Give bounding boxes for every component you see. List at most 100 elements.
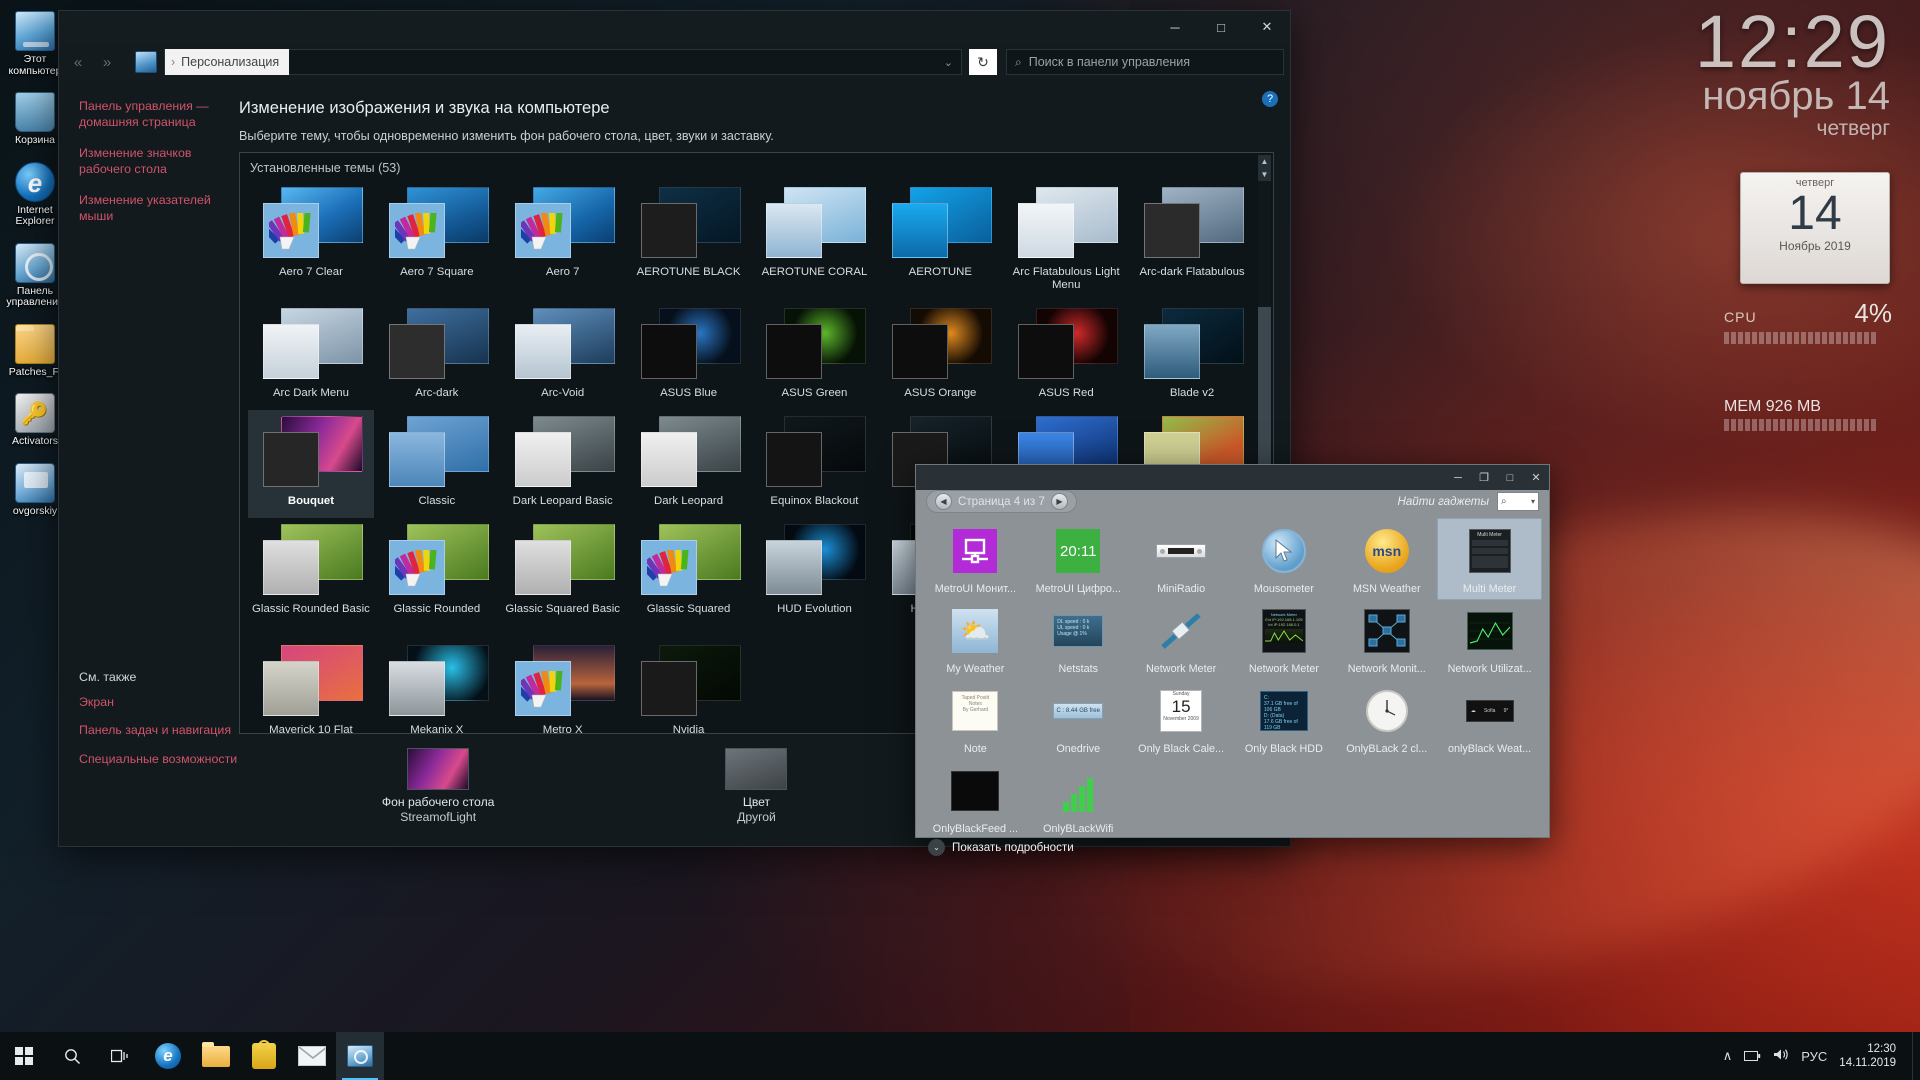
back-button[interactable]: « bbox=[65, 49, 91, 75]
breadcrumb-personalization[interactable]: › Персонализация bbox=[165, 49, 290, 75]
theme-cell[interactable]: Equinox Blackout bbox=[752, 410, 878, 518]
theme-cell[interactable]: ASUS Blue bbox=[626, 302, 752, 410]
gadget-cell[interactable]: Multi Meter Multi Meter bbox=[1437, 518, 1542, 600]
theme-cell[interactable]: HUD Evolution bbox=[752, 518, 878, 639]
desktop-icon-4[interactable]: Patches_Fl bbox=[4, 319, 66, 383]
sidebar-link-0[interactable]: Панель управления — домашняя страница bbox=[79, 99, 227, 130]
help-button[interactable]: ? bbox=[1262, 91, 1278, 107]
gadget-cell[interactable]: 20:11 MetroUI Цифро... bbox=[1027, 519, 1130, 599]
gadget-cell[interactable]: OnlyBLack 2 cl... bbox=[1335, 679, 1438, 759]
theme-cell[interactable]: Blade v2 bbox=[1129, 302, 1255, 410]
desktop-icon-2[interactable]: Internet Explorer bbox=[4, 157, 66, 232]
gadget-cell[interactable]: C : 8.44 GB free Onedrive bbox=[1027, 679, 1130, 759]
theme-cell[interactable]: ASUS Orange bbox=[877, 302, 1003, 410]
volume-icon[interactable] bbox=[1773, 1048, 1789, 1064]
gadget-restore-button[interactable]: ❐ bbox=[1471, 465, 1497, 490]
gadget-search-caret-icon[interactable]: ▾ bbox=[1531, 497, 1535, 506]
theme-cell[interactable]: AEROTUNE bbox=[877, 181, 1003, 302]
battery-icon[interactable] bbox=[1744, 1049, 1761, 1064]
theme-cell[interactable]: Glassic Squared Basic bbox=[500, 518, 626, 639]
theme-cell[interactable]: Arc Dark Menu bbox=[248, 302, 374, 410]
gadget-cell[interactable]: Sunday 15 November 2009 Only Black Cale... bbox=[1130, 679, 1233, 759]
desktop-icon-6[interactable]: ovgorskiy bbox=[4, 458, 66, 522]
desktop-cpu-gadget[interactable]: CPU 4% bbox=[1724, 298, 1892, 344]
theme-cell[interactable]: AEROTUNE BLACK bbox=[626, 181, 752, 302]
show-details-chevron-icon[interactable]: ⌄ bbox=[928, 839, 945, 856]
scroll-down-button[interactable]: ▼ bbox=[1258, 168, 1271, 181]
gadget-cell[interactable]: Network Meter bbox=[1130, 599, 1233, 679]
see-also-link-2[interactable]: Специальные возможности bbox=[79, 752, 269, 768]
theme-cell[interactable]: Maverick 10 Flat Lighter bbox=[248, 639, 374, 733]
taskbar-app-0[interactable]: e bbox=[144, 1032, 192, 1080]
minimize-button[interactable]: ─ bbox=[1152, 12, 1198, 43]
gadget-cell[interactable]: Network Monit... bbox=[1335, 599, 1438, 679]
desktop-memory-gadget[interactable]: MEM 926 MB bbox=[1724, 398, 1892, 431]
desktop-clock-gadget[interactable]: 12:29 ноябрь 14 четверг bbox=[1695, 5, 1890, 142]
address-bar[interactable]: › Персонализация ⌄ bbox=[164, 49, 962, 75]
gadget-cell[interactable]: Mousometer bbox=[1233, 519, 1336, 599]
maximize-button[interactable]: □ bbox=[1198, 12, 1244, 43]
desktop-icon-0[interactable]: Этот компьютер bbox=[4, 6, 66, 81]
gadget-cell[interactable]: DL speed : 0 k UL speed : 0 k Usage @ 1% Ne… bbox=[1027, 599, 1130, 679]
gadget-cell[interactable]: C: 37.1 GB free of 106 GB D: (Data) 17.6 GB… bbox=[1233, 679, 1336, 759]
gadget-cell[interactable]: Network Utilizat... bbox=[1438, 599, 1541, 679]
desktop-calendar-gadget[interactable]: четверг 14 Ноябрь 2019 bbox=[1740, 172, 1890, 284]
theme-cell[interactable]: Mekanix X bbox=[374, 639, 500, 733]
taskbar-app-2[interactable] bbox=[240, 1032, 288, 1080]
personalization-option-1[interactable]: Цвет Другой bbox=[666, 748, 846, 825]
gadget-cell[interactable]: ⛅ My Weather bbox=[924, 599, 1027, 679]
taskbar-app-1[interactable] bbox=[192, 1032, 240, 1080]
theme-cell[interactable]: Dark Leopard Basic bbox=[500, 410, 626, 518]
gadget-cell[interactable]: msn MSN Weather bbox=[1335, 519, 1438, 599]
theme-cell[interactable]: ASUS Green bbox=[752, 302, 878, 410]
taskbar-app-4[interactable] bbox=[336, 1032, 384, 1080]
theme-cell[interactable]: Aero 7 bbox=[500, 181, 626, 302]
scroll-up-button[interactable]: ▲ bbox=[1258, 155, 1271, 168]
theme-cell[interactable]: Arc-dark bbox=[374, 302, 500, 410]
tray-chevron-icon[interactable]: ∧ bbox=[1723, 1048, 1733, 1064]
search-box[interactable]: ⌕ Поиск в панели управления bbox=[1006, 49, 1284, 75]
sidebar-link-1[interactable]: Изменение значков рабочего стола bbox=[79, 146, 227, 177]
refresh-button[interactable]: ↻ bbox=[969, 49, 997, 75]
taskbar-clock[interactable]: 12:30 14.11.2019 bbox=[1839, 1042, 1910, 1070]
theme-cell[interactable]: Glassic Rounded bbox=[374, 518, 500, 639]
theme-cell[interactable]: Aero 7 Square bbox=[374, 181, 500, 302]
theme-cell[interactable]: Metro X bbox=[500, 639, 626, 733]
gadget-cell[interactable]: Network Meter Ext IP:192.168.1.105 Int IP:… bbox=[1233, 599, 1336, 679]
gadget-gallery-titlebar[interactable]: ─ ❐ □ ✕ bbox=[916, 465, 1549, 490]
theme-cell[interactable]: Arc Flatabulous Light Menu bbox=[1003, 181, 1129, 302]
theme-cell[interactable]: Dark Leopard bbox=[626, 410, 752, 518]
page-next-button[interactable]: ▶ bbox=[1050, 493, 1068, 510]
gadget-maximize-button[interactable]: □ bbox=[1497, 465, 1523, 490]
gadget-cell[interactable]: Taped Postit Notes By Gerhard Note bbox=[924, 679, 1027, 759]
theme-cell[interactable]: Aero 7 Clear bbox=[248, 181, 374, 302]
theme-cell[interactable]: AEROTUNE CORAL bbox=[752, 181, 878, 302]
show-desktop-button[interactable] bbox=[1912, 1032, 1920, 1080]
address-dropdown-icon[interactable]: ⌄ bbox=[944, 56, 953, 69]
taskbar-search-button[interactable] bbox=[48, 1032, 96, 1080]
personalization-option-0[interactable]: Фон рабочего стола StreamofLight bbox=[348, 748, 528, 825]
start-button[interactable] bbox=[0, 1032, 48, 1080]
gadget-minimize-button[interactable]: ─ bbox=[1445, 465, 1471, 490]
show-details-label[interactable]: Показать подробности bbox=[952, 841, 1074, 854]
desktop-icon-1[interactable]: Корзина bbox=[4, 87, 66, 151]
gadget-cell[interactable]: MiniRadio bbox=[1130, 519, 1233, 599]
taskbar-app-3[interactable] bbox=[288, 1032, 336, 1080]
theme-cell[interactable]: Glassic Squared bbox=[626, 518, 752, 639]
page-prev-button[interactable]: ◀ bbox=[935, 493, 952, 510]
control-panel-titlebar[interactable]: ─ □ ✕ bbox=[59, 11, 1290, 43]
theme-cell[interactable]: Classic bbox=[374, 410, 500, 518]
gadget-cell[interactable]: MetroUI Монит... bbox=[924, 519, 1027, 599]
forward-button[interactable]: » bbox=[94, 49, 120, 75]
theme-cell[interactable]: Arc-Void bbox=[500, 302, 626, 410]
gadget-cell[interactable]: OnlyBLackWifi bbox=[1027, 759, 1130, 839]
theme-cell[interactable]: Arc-dark Flatabulous bbox=[1129, 181, 1255, 302]
theme-cell[interactable]: ASUS Red bbox=[1003, 302, 1129, 410]
language-indicator[interactable]: РУС bbox=[1801, 1049, 1827, 1064]
desktop-icon-3[interactable]: Панель управления bbox=[4, 238, 66, 313]
theme-cell[interactable]: Glassic Rounded Basic bbox=[248, 518, 374, 639]
task-view-button[interactable] bbox=[96, 1032, 144, 1080]
desktop-icon-5[interactable]: Activators bbox=[4, 388, 66, 452]
gadget-close-button[interactable]: ✕ bbox=[1523, 465, 1549, 490]
sidebar-link-2[interactable]: Изменение указателей мыши bbox=[79, 193, 227, 224]
